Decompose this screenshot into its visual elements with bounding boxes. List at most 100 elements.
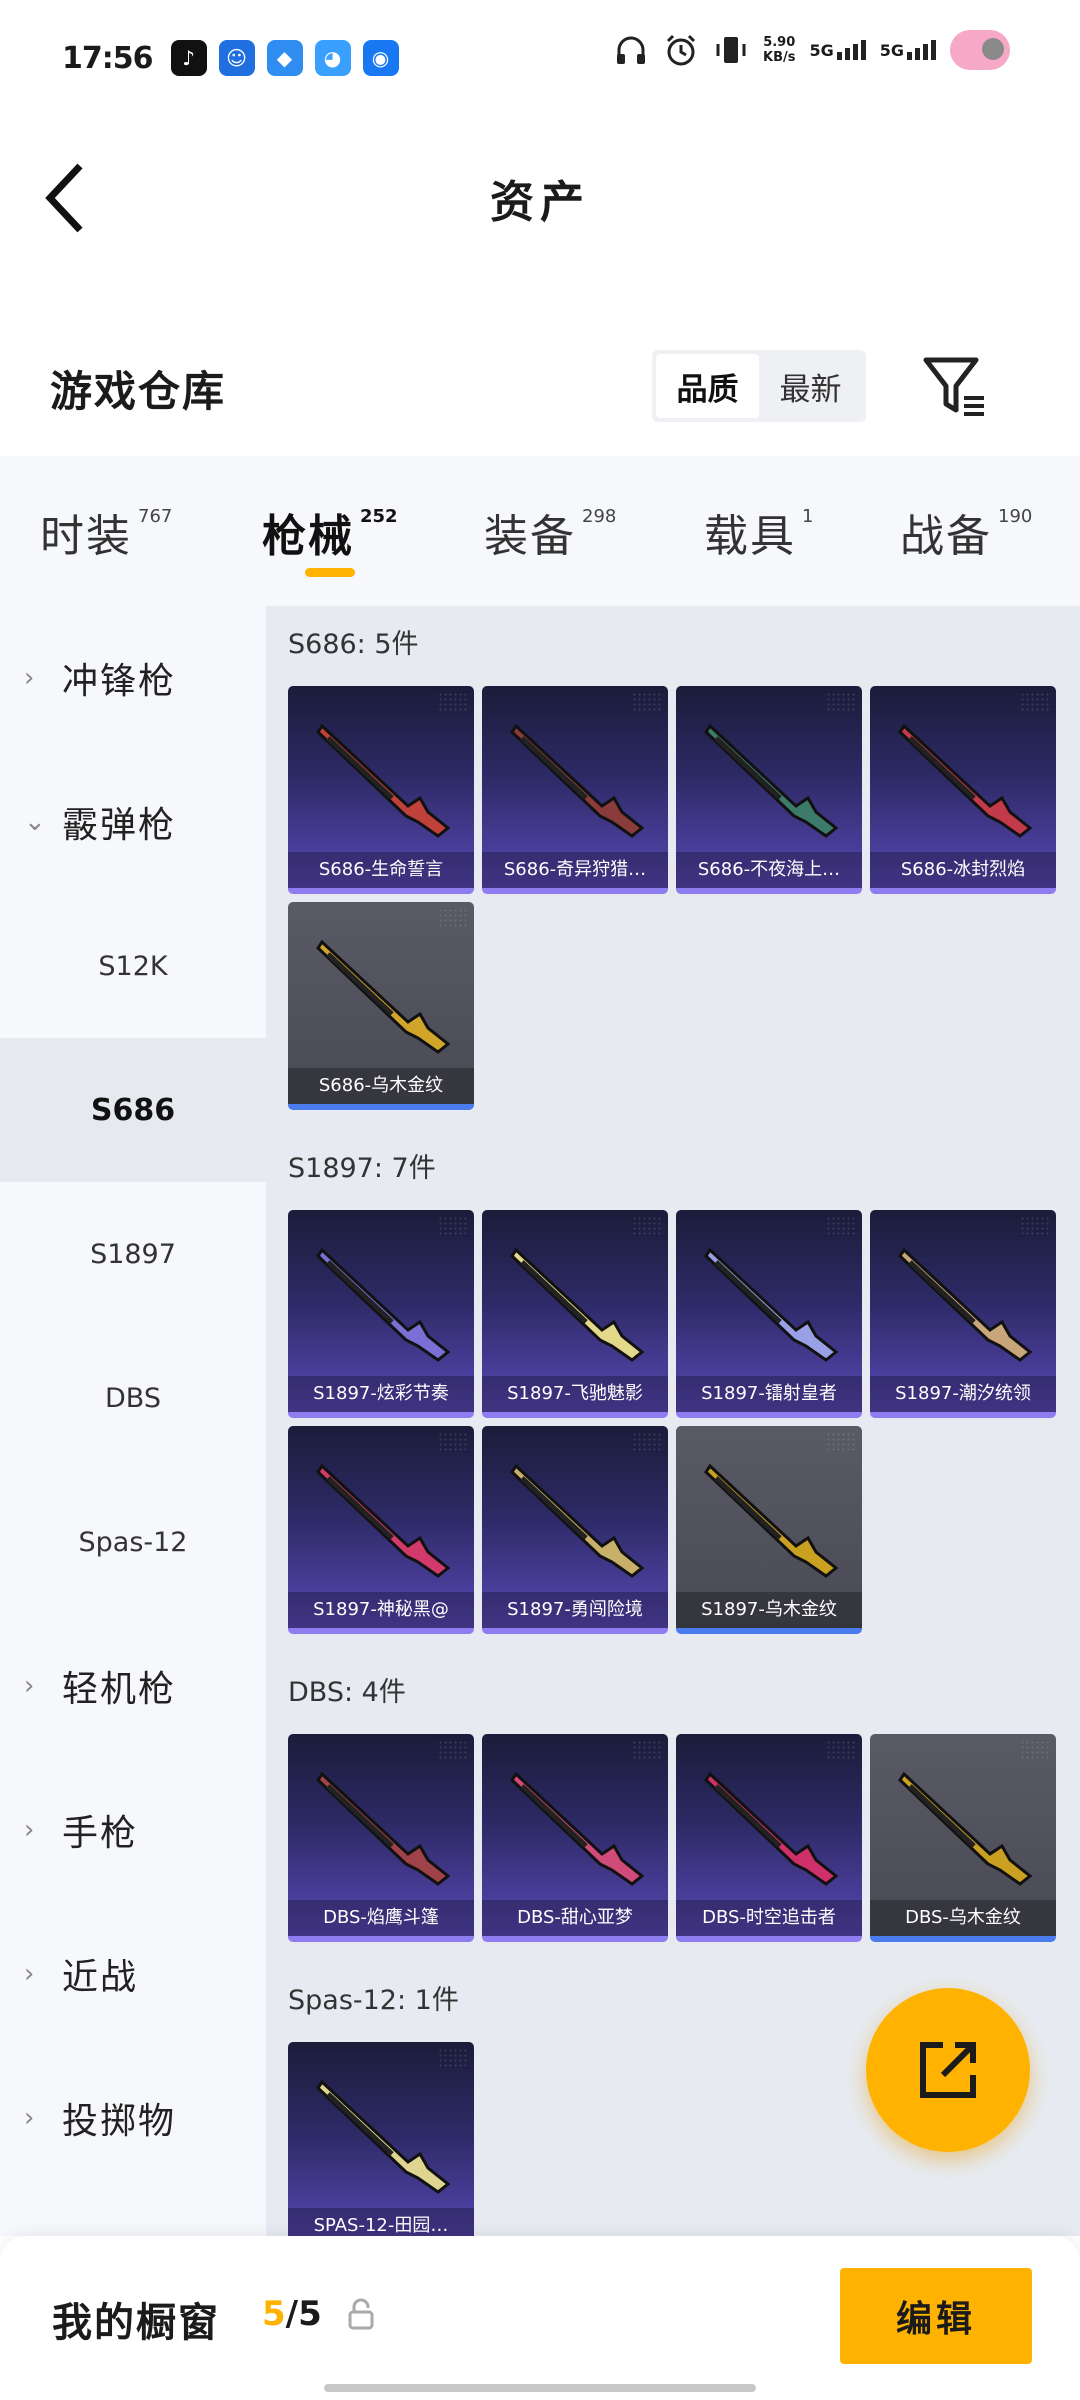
tab-count: 1	[802, 506, 814, 527]
sim1-label: 5G	[809, 41, 834, 60]
sidebar-item-smg[interactable]: › 冲锋枪	[0, 606, 266, 750]
edit-button[interactable]: 编辑	[840, 2268, 1032, 2364]
sidebar-sub-item-s686[interactable]: S686	[0, 1038, 266, 1182]
shotgun-icon	[704, 1771, 839, 1886]
weapon-category-sidebar: › 冲锋枪 ⌄ 霰弹枪 S12K S686 S1897 DBS Spas-12 …	[0, 606, 266, 2236]
tab-fashion[interactable]: 时装 767	[40, 500, 172, 564]
skin-card-label: S686-不夜海上…	[676, 852, 862, 888]
chevron-right-icon: ›	[24, 1959, 35, 1989]
skin-card[interactable]: DBS-焰鹰斗篷	[288, 1734, 474, 1942]
sidebar-item-label: 手枪	[62, 1813, 139, 1854]
skin-card[interactable]: DBS-甜心亚梦	[482, 1734, 668, 1942]
tab-equipment[interactable]: 装备 298	[484, 500, 616, 564]
tab-label: 战备	[900, 511, 992, 562]
shotgun-icon	[510, 1247, 645, 1362]
active-tab-indicator	[305, 568, 355, 577]
skin-card-label: S1897-乌木金纹	[676, 1592, 862, 1628]
skin-card[interactable]: S1897-潮汐统领	[870, 1210, 1056, 1418]
status-bar: 17:56 ♪ ☺ ◆ ◕ ◉ 5.90 KB/s 5G 5G	[0, 0, 1080, 116]
radio-app-icon: ◉	[362, 40, 399, 76]
lock-icon[interactable]	[346, 2298, 376, 2330]
sidebar-item-shotgun[interactable]: ⌄ 霰弹枪	[0, 750, 266, 894]
skin-card[interactable]: S1897-飞驰魅影	[482, 1210, 668, 1418]
share-external-icon	[920, 2042, 976, 2098]
sidebar-item-lmg[interactable]: › 轻机枪	[0, 1614, 266, 1758]
signal-bars-icon	[907, 40, 936, 60]
chevron-right-icon: ›	[24, 1815, 35, 1845]
tab-battle-gear[interactable]: 战备 190	[900, 500, 1032, 564]
shotgun-icon	[316, 2079, 451, 2194]
notification-app-icons: ♪ ☺ ◆ ◕ ◉	[170, 40, 399, 76]
skin-card[interactable]: S1897-镭射皇者	[676, 1210, 862, 1418]
sidebar-sub-item-label: S1897	[90, 1238, 176, 1270]
app-icon-pie: ◕	[314, 40, 351, 76]
sort-newest-button[interactable]: 最新	[759, 354, 862, 418]
skin-card-label: SPAS-12-田园…	[288, 2208, 474, 2236]
warehouse-title: 游戏仓库	[50, 367, 227, 416]
network-speed-value: 5.90	[763, 35, 796, 50]
showcase-count: 5/5	[262, 2294, 322, 2334]
tiktok-icon: ♪	[170, 40, 207, 76]
sidebar-sub-item-spas12[interactable]: Spas-12	[0, 1470, 266, 1614]
tab-label: 枪械	[262, 511, 354, 562]
battery-cloud-icon	[950, 30, 1010, 70]
tab-vehicles[interactable]: 载具 1	[704, 500, 813, 564]
skin-card[interactable]: DBS-时空追击者	[676, 1734, 862, 1942]
tab-count: 767	[138, 506, 173, 527]
home-indicator	[324, 2384, 756, 2392]
skin-card-label: S686-生命誓言	[288, 852, 474, 888]
tab-count: 190	[998, 506, 1033, 527]
sidebar-sub-item-dbs[interactable]: DBS	[0, 1326, 266, 1470]
skin-card-label: S686-冰封烈焰	[870, 852, 1056, 888]
skin-card[interactable]: S686-生命誓言	[288, 686, 474, 894]
sidebar-sub-item-s1897[interactable]: S1897	[0, 1182, 266, 1326]
sidebar-item-melee[interactable]: › 近战	[0, 1902, 266, 2046]
skin-card-label: DBS-乌木金纹	[870, 1900, 1056, 1936]
skin-card[interactable]: SPAS-12-田园…	[288, 2042, 474, 2236]
headphones-icon	[617, 36, 645, 64]
skin-card-label: DBS-焰鹰斗篷	[288, 1900, 474, 1936]
sidebar-sub-item-s12k[interactable]: S12K	[0, 894, 266, 1038]
skin-card[interactable]: S686-冰封烈焰	[870, 686, 1056, 894]
skin-card[interactable]: S686-乌木金纹	[288, 902, 474, 1110]
share-fab-button[interactable]	[866, 1988, 1030, 2152]
sim2-label: 5G	[879, 41, 904, 60]
shotgun-icon	[704, 1463, 839, 1578]
skin-card-label: S1897-炫彩节奏	[288, 1376, 474, 1412]
sidebar-item-label: 冲锋枪	[62, 661, 177, 702]
sidebar-item-label: 近战	[62, 1957, 139, 1998]
skin-card-label: S1897-飞驰魅影	[482, 1376, 668, 1412]
shotgun-icon	[510, 1463, 645, 1578]
skin-card[interactable]: S686-奇异狩猎…	[482, 686, 668, 894]
chevron-down-icon: ⌄	[24, 807, 46, 837]
skin-card[interactable]: S686-不夜海上…	[676, 686, 862, 894]
chevron-right-icon: ›	[24, 663, 35, 693]
skin-card[interactable]: S1897-炫彩节奏	[288, 1210, 474, 1418]
group-title: S686: 5件	[288, 629, 419, 660]
app-icon-cube: ◆	[266, 40, 303, 76]
tab-count: 252	[360, 506, 398, 527]
signal-sim2: 5G	[880, 40, 936, 60]
skin-card[interactable]: S1897-勇闯险境	[482, 1426, 668, 1634]
filter-icon	[923, 357, 984, 416]
sidebar-item-pistol[interactable]: › 手枪	[0, 1758, 266, 1902]
skin-card-label: S686-奇异狩猎…	[482, 852, 668, 888]
network-speed-unit: KB/s	[763, 50, 796, 65]
skin-card[interactable]: DBS-乌木金纹	[870, 1734, 1056, 1942]
sidebar-item-throwables[interactable]: › 投掷物	[0, 2046, 266, 2190]
showcase-label: 我的橱窗	[52, 2300, 220, 2346]
skin-card[interactable]: S1897-神秘黑@	[288, 1426, 474, 1634]
sidebar-item-label: 霰弹枪	[62, 805, 177, 846]
skin-card-label: S1897-勇闯险境	[482, 1592, 668, 1628]
sort-quality-button[interactable]: 品质	[656, 354, 759, 418]
skin-card-label: DBS-甜心亚梦	[482, 1900, 668, 1936]
category-tabs: 时装 767 枪械 252 装备 298 载具 1 战备 190	[0, 456, 1080, 606]
chevron-right-icon: ›	[24, 1671, 35, 1701]
signal-bars-icon	[836, 40, 866, 60]
filter-button[interactable]	[920, 350, 990, 420]
sidebar-item-label: 投掷物	[62, 2101, 177, 2142]
tab-label: 装备	[484, 511, 576, 562]
alarm-icon	[666, 34, 696, 66]
tab-firearms[interactable]: 枪械 252	[262, 500, 398, 564]
skin-card[interactable]: S1897-乌木金纹	[676, 1426, 862, 1634]
